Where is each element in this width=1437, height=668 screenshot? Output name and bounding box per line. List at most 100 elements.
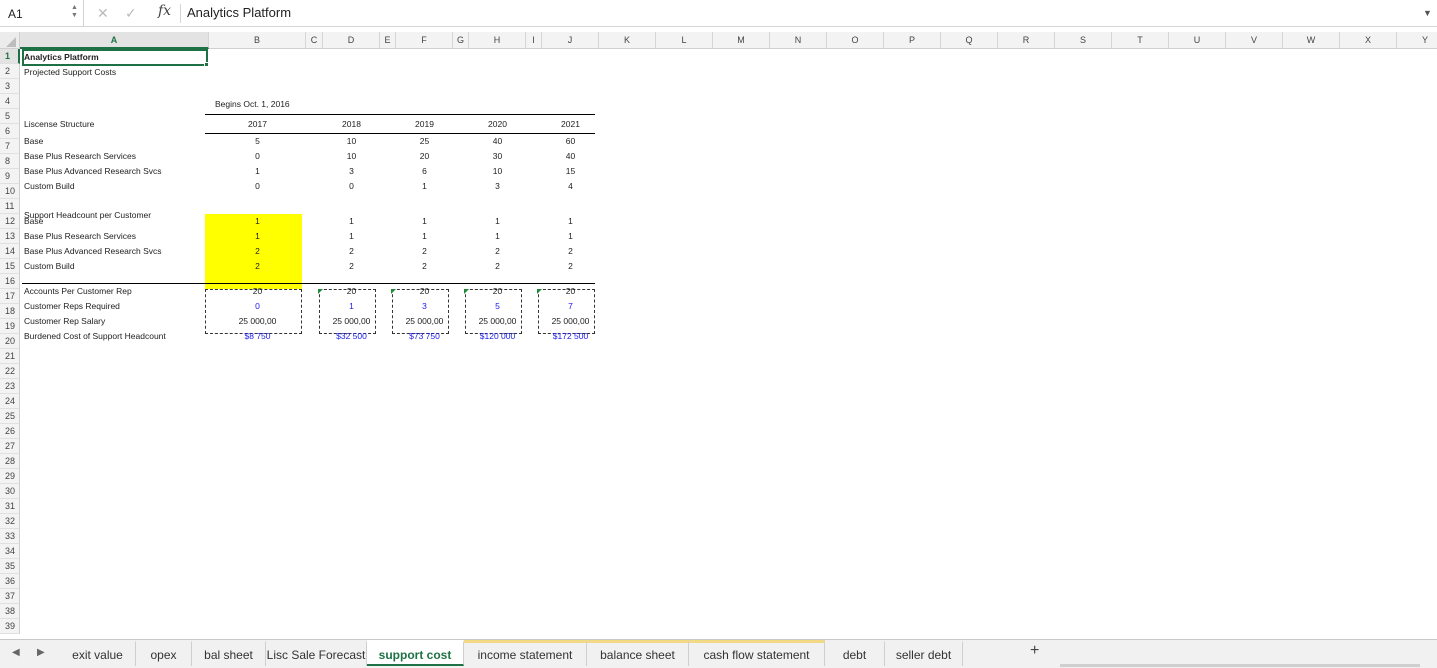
- column-header-n[interactable]: N: [770, 32, 827, 49]
- row-header-10[interactable]: 10: [0, 184, 20, 199]
- rep-salary-value[interactable]: 25 000,00: [469, 314, 526, 329]
- tab-income-statement[interactable]: income statement: [464, 640, 587, 666]
- accounts-per-rep-value[interactable]: 20: [469, 284, 526, 299]
- fx-icon[interactable]: fx: [158, 3, 171, 19]
- tab-lisc-sale-forecast[interactable]: Lisc Sale Forecast: [266, 640, 367, 666]
- column-header-b[interactable]: B: [209, 32, 306, 49]
- license-row-value[interactable]: 6: [396, 164, 453, 179]
- row-header-34[interactable]: 34: [0, 544, 20, 559]
- support-row-value[interactable]: 2: [542, 259, 599, 274]
- year-header-2020[interactable]: 2020: [469, 117, 526, 132]
- license-row-value[interactable]: 30: [469, 149, 526, 164]
- license-row-value[interactable]: 40: [469, 134, 526, 149]
- tab-balance-sheet[interactable]: balance sheet: [587, 640, 689, 666]
- license-row-value[interactable]: 25: [396, 134, 453, 149]
- column-header-c[interactable]: C: [306, 32, 323, 49]
- column-header-q[interactable]: Q: [941, 32, 998, 49]
- row-header-4[interactable]: 4: [0, 94, 20, 109]
- license-row-value[interactable]: 1: [209, 164, 306, 179]
- license-row-value[interactable]: 10: [323, 149, 380, 164]
- column-header-y[interactable]: Y: [1397, 32, 1437, 49]
- reps-required-value[interactable]: 1: [323, 299, 380, 314]
- name-box[interactable]: A1 ▲ ▼: [0, 0, 84, 27]
- column-header-m[interactable]: M: [713, 32, 770, 49]
- row-header-12[interactable]: 12: [0, 214, 20, 229]
- license-row-label[interactable]: Base Plus Research Services: [24, 149, 136, 164]
- accounts-per-rep-value[interactable]: 20: [542, 284, 599, 299]
- row-header-32[interactable]: 32: [0, 514, 20, 529]
- column-header-a[interactable]: A: [20, 32, 209, 49]
- license-structure-header[interactable]: Liscense Structure: [24, 117, 94, 132]
- row-header-26[interactable]: 26: [0, 424, 20, 439]
- row-header-23[interactable]: 23: [0, 379, 20, 394]
- row-header-30[interactable]: 30: [0, 484, 20, 499]
- tab-prev-icon[interactable]: ◀: [12, 647, 20, 658]
- support-row-value[interactable]: 1: [209, 214, 306, 229]
- column-header-w[interactable]: W: [1283, 32, 1340, 49]
- column-header-t[interactable]: T: [1112, 32, 1169, 49]
- row-header-24[interactable]: 24: [0, 394, 20, 409]
- row-header-36[interactable]: 36: [0, 574, 20, 589]
- license-row-value[interactable]: 3: [323, 164, 380, 179]
- row-header-27[interactable]: 27: [0, 439, 20, 454]
- row-header-25[interactable]: 25: [0, 409, 20, 424]
- license-row-value[interactable]: 0: [209, 179, 306, 194]
- reps-required-value[interactable]: 7: [542, 299, 599, 314]
- license-row-value[interactable]: 0: [323, 179, 380, 194]
- year-header-2019[interactable]: 2019: [396, 117, 453, 132]
- support-row-value[interactable]: 1: [209, 229, 306, 244]
- reps-required-value[interactable]: 0: [209, 299, 306, 314]
- burdened-cost-value[interactable]: $172 500: [542, 329, 599, 344]
- license-row-value[interactable]: 0: [209, 149, 306, 164]
- license-row-value[interactable]: 10: [323, 134, 380, 149]
- burdened-cost-value[interactable]: $120 000: [469, 329, 526, 344]
- burdened-cost-value[interactable]: $73 750: [396, 329, 453, 344]
- burdened-cost-value[interactable]: $8 750: [209, 329, 306, 344]
- row-header-7[interactable]: 7: [0, 139, 20, 154]
- support-row-value[interactable]: 1: [323, 229, 380, 244]
- support-row-value[interactable]: 2: [323, 244, 380, 259]
- support-row-value[interactable]: 1: [323, 214, 380, 229]
- tab-support-cost[interactable]: support cost: [367, 640, 464, 666]
- rep-salary-value[interactable]: 25 000,00: [209, 314, 306, 329]
- sheet-subtitle[interactable]: Projected Support Costs: [24, 65, 116, 80]
- license-row-value[interactable]: 20: [396, 149, 453, 164]
- tab-cash-flow-statement[interactable]: cash flow statement: [689, 640, 825, 666]
- row-header-5[interactable]: 5: [0, 109, 20, 124]
- column-header-f[interactable]: F: [396, 32, 453, 49]
- column-header-o[interactable]: O: [827, 32, 884, 49]
- row-header-18[interactable]: 18: [0, 304, 20, 319]
- license-row-value[interactable]: 4: [542, 179, 599, 194]
- license-row-value[interactable]: 1: [396, 179, 453, 194]
- support-row-value[interactable]: 2: [323, 259, 380, 274]
- column-header-i[interactable]: I: [526, 32, 542, 49]
- reps-required-value[interactable]: 3: [396, 299, 453, 314]
- support-row-value[interactable]: 1: [396, 229, 453, 244]
- fill-handle[interactable]: [204, 62, 209, 67]
- support-row-value[interactable]: 2: [469, 244, 526, 259]
- support-row-value[interactable]: 1: [396, 214, 453, 229]
- row-header-9[interactable]: 9: [0, 169, 20, 184]
- column-header-e[interactable]: E: [380, 32, 396, 49]
- support-row-value[interactable]: 1: [542, 229, 599, 244]
- year-header-2018[interactable]: 2018: [323, 117, 380, 132]
- row-header-17[interactable]: 17: [0, 289, 20, 304]
- name-box-stepper-icon[interactable]: ▲ ▼: [71, 4, 78, 20]
- chevron-down-icon[interactable]: ▼: [1423, 8, 1432, 18]
- formula-input[interactable]: Analytics Platform: [187, 5, 291, 20]
- row-header-38[interactable]: 38: [0, 604, 20, 619]
- support-row-value[interactable]: 2: [396, 244, 453, 259]
- support-row-value[interactable]: 1: [469, 214, 526, 229]
- support-row-value[interactable]: 2: [396, 259, 453, 274]
- column-header-j[interactable]: J: [542, 32, 599, 49]
- tab-next-icon[interactable]: ▶: [37, 647, 45, 658]
- select-all-button[interactable]: [0, 32, 20, 49]
- row-header-3[interactable]: 3: [0, 79, 20, 94]
- support-row-value[interactable]: 1: [469, 229, 526, 244]
- tab-debt[interactable]: debt: [825, 640, 885, 666]
- support-row-label[interactable]: Base: [24, 214, 43, 229]
- tab-bal-sheet[interactable]: bal sheet: [192, 640, 266, 666]
- support-row-value[interactable]: 2: [209, 244, 306, 259]
- begins-note[interactable]: Begins Oct. 1, 2016: [215, 97, 290, 112]
- tab-exit-value[interactable]: exit value: [60, 640, 136, 666]
